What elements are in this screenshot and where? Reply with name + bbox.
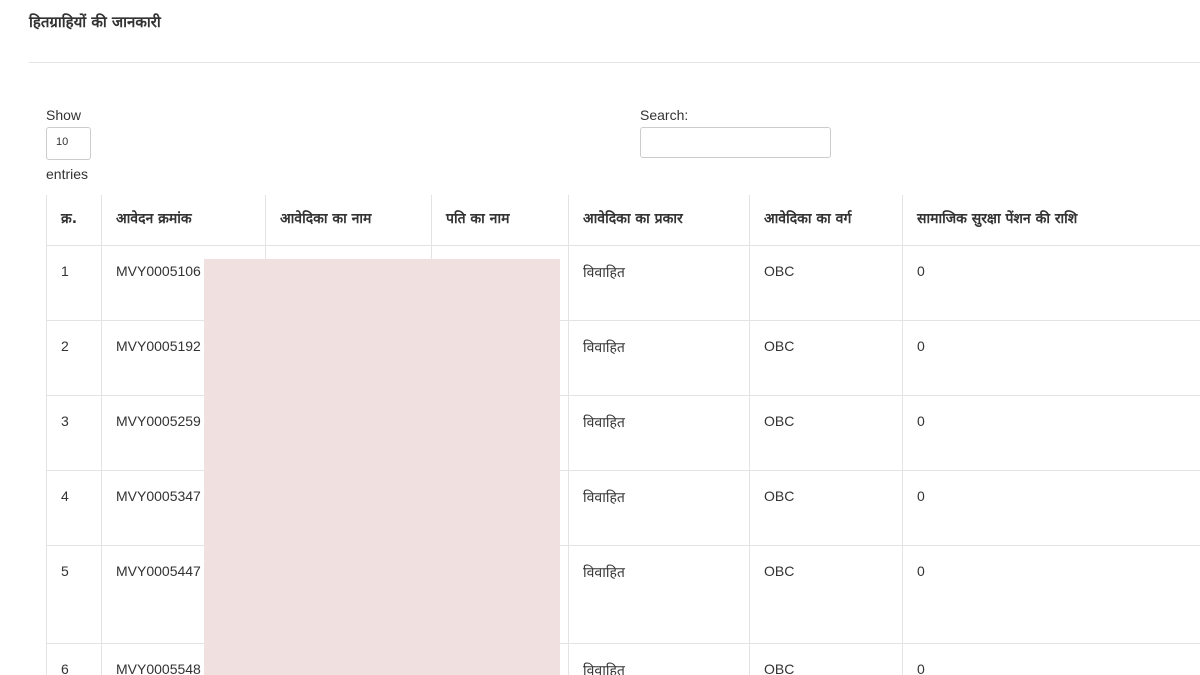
cell-applicant-category: OBC bbox=[749, 544, 903, 644]
cell-sno: 4 bbox=[46, 469, 102, 546]
column-header-sno[interactable]: क्र. bbox=[46, 195, 102, 246]
column-header-pension-amount[interactable]: सामाजिक सुरक्षा पेंशन की राशि bbox=[902, 195, 1200, 246]
cell-applicant-category: OBC bbox=[749, 319, 903, 396]
cell-sno: 1 bbox=[46, 244, 102, 321]
cell-applicant-category: OBC bbox=[749, 244, 903, 321]
search-input[interactable] bbox=[640, 127, 831, 158]
column-header-application-number[interactable]: आवेदन क्रमांक bbox=[101, 195, 266, 246]
redaction-overlay bbox=[204, 259, 560, 675]
cell-applicant-type: विवाहित bbox=[568, 394, 750, 471]
cell-applicant-category: OBC bbox=[749, 642, 903, 675]
table-header-row: क्र. आवेदन क्रमांक आवेदिका का नाम पति का… bbox=[46, 195, 1200, 246]
cell-pension-amount: 0 bbox=[902, 642, 1200, 675]
cell-sno: 3 bbox=[46, 394, 102, 471]
cell-pension-amount: 0 bbox=[902, 544, 1200, 644]
column-header-applicant-name[interactable]: आवेदिका का नाम bbox=[265, 195, 432, 246]
cell-applicant-category: OBC bbox=[749, 469, 903, 546]
entries-per-page-select[interactable]: 10 bbox=[46, 127, 91, 160]
column-header-husband-name[interactable]: पति का नाम bbox=[431, 195, 569, 246]
title-divider bbox=[29, 62, 1200, 63]
show-label: Show bbox=[46, 107, 82, 123]
cell-pension-amount: 0 bbox=[902, 469, 1200, 546]
cell-applicant-type: विवाहित bbox=[568, 244, 750, 321]
entries-label: entries bbox=[46, 166, 89, 182]
cell-sno: 6 bbox=[46, 642, 102, 675]
cell-pension-amount: 0 bbox=[902, 244, 1200, 321]
column-header-applicant-type[interactable]: आवेदिका का प्रकार bbox=[568, 195, 750, 246]
cell-applicant-type: विवाहित bbox=[568, 642, 750, 675]
cell-applicant-category: OBC bbox=[749, 394, 903, 471]
cell-sno: 5 bbox=[46, 544, 102, 644]
page-title: हितग्राहियों की जानकारी bbox=[29, 13, 161, 31]
search-label: Search: bbox=[640, 107, 689, 123]
cell-pension-amount: 0 bbox=[902, 319, 1200, 396]
cell-applicant-type: विवाहित bbox=[568, 469, 750, 546]
cell-sno: 2 bbox=[46, 319, 102, 396]
cell-pension-amount: 0 bbox=[902, 394, 1200, 471]
cell-applicant-type: विवाहित bbox=[568, 544, 750, 644]
cell-applicant-type: विवाहित bbox=[568, 319, 750, 396]
column-header-applicant-category[interactable]: आवेदिका का वर्ग bbox=[749, 195, 903, 246]
